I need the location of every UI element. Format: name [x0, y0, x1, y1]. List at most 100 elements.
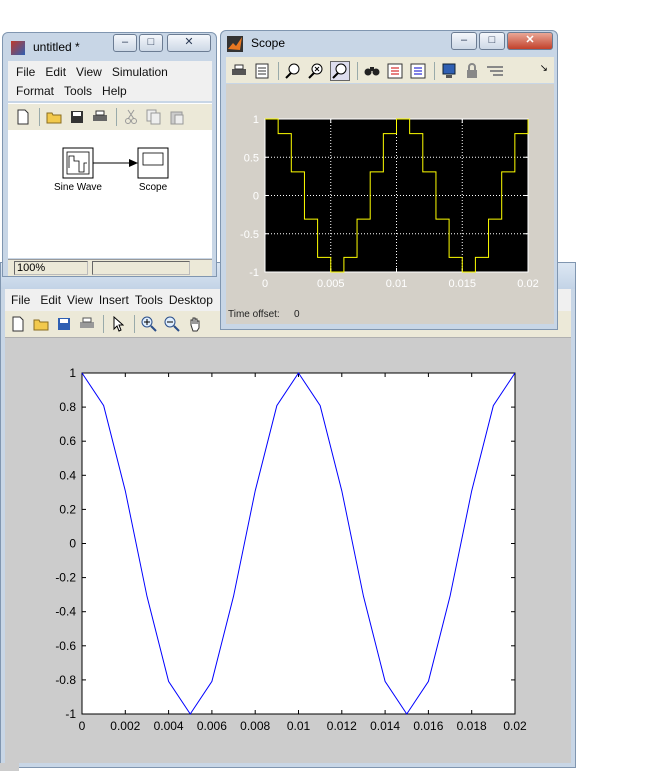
window-title: untitled *: [33, 40, 80, 54]
signal-selector-icon[interactable]: [486, 62, 504, 80]
save-icon[interactable]: [68, 108, 86, 126]
maximize-button[interactable]: □: [479, 32, 505, 50]
menu-format[interactable]: Format: [16, 84, 54, 98]
y-tick-label: 0.6: [59, 434, 76, 448]
menu-simulation[interactable]: Simulation: [112, 65, 168, 79]
y-tick-label: -0.6: [55, 639, 76, 653]
scope-toolbar: ↘: [226, 57, 554, 83]
toolbar-overflow-icon[interactable]: ↘: [540, 63, 548, 74]
menu-file[interactable]: File: [16, 65, 35, 79]
time-offset-value: 0: [294, 309, 300, 320]
y-tick-label: -0.2: [55, 571, 76, 585]
print-icon[interactable]: [91, 108, 109, 126]
close-button[interactable]: ✕: [507, 32, 553, 50]
pan-icon[interactable]: [186, 315, 204, 333]
menu-desktop[interactable]: Desktop: [169, 293, 213, 307]
y-tick-label: 0.2: [59, 502, 76, 516]
copy-icon[interactable]: [145, 108, 163, 126]
maximize-button[interactable]: □: [139, 34, 163, 52]
x-tick-label: 0.004: [154, 719, 184, 733]
simulink-app-icon: [11, 41, 25, 55]
menu-insert[interactable]: Insert: [99, 293, 129, 307]
x-tick-label: 0.018: [457, 719, 487, 733]
x-tick-label: 0.008: [240, 719, 270, 733]
new-figure-icon[interactable]: [9, 315, 27, 333]
close-button[interactable]: ✕: [167, 34, 211, 52]
menu-tools[interactable]: Tools: [135, 293, 163, 307]
figure-plot: 0 0.002 0.004 0.006 0.008 0.01 0.012 0.014 0.016…: [55, 366, 527, 733]
lock-axes-icon[interactable]: [463, 62, 481, 80]
minimize-button[interactable]: –: [451, 32, 477, 50]
scope-plot: 0 0.005 0.01 0.015 0.02 1 0.5 0 -0.5 -1 Time offs…: [228, 114, 539, 320]
cut-icon[interactable]: [122, 108, 140, 126]
print-icon[interactable]: [78, 315, 96, 333]
taskbar-fragment: [0, 763, 19, 771]
scope-window: Scope – □ ✕ ↘ 0 0.005 0.01 0.015 0.02 1 0.5 0 -0…: [220, 30, 558, 330]
simulink-titlebar[interactable]: untitled * – □ ✕: [3, 33, 216, 63]
pointer-icon[interactable]: [109, 315, 127, 333]
x-tick-label: 0.005: [317, 278, 345, 290]
floating-scope-icon[interactable]: [440, 62, 458, 80]
sine-wave-block[interactable]: [62, 147, 94, 179]
y-tick-label: -0.5: [240, 229, 259, 241]
menu-edit[interactable]: Edit: [40, 293, 61, 307]
x-tick-label: 0.01: [287, 719, 311, 733]
y-tick-label: 1: [69, 366, 76, 380]
simulink-toolbar: [8, 103, 212, 131]
zoom-x-icon[interactable]: [307, 62, 325, 80]
y-tick-label: 0: [253, 191, 259, 203]
signal-arrow: [129, 159, 138, 167]
y-tick-label: 0.4: [59, 468, 76, 482]
y-tick-label: 0.5: [244, 152, 259, 164]
status-bar: 100%: [8, 259, 212, 276]
restore-axes-icon[interactable]: [409, 62, 427, 80]
x-tick-label: 0: [262, 278, 268, 290]
x-tick-label: 0.012: [327, 719, 357, 733]
parameters-icon[interactable]: [253, 62, 271, 80]
open-file-icon[interactable]: [45, 108, 63, 126]
x-tick-label: 0.014: [370, 719, 400, 733]
window-title: Scope: [251, 36, 286, 50]
menu-file[interactable]: File: [11, 293, 30, 307]
menu-edit[interactable]: Edit: [45, 65, 66, 79]
x-tick-label: 0.015: [448, 278, 476, 290]
toolbar-separator: [116, 108, 117, 126]
scope-block[interactable]: [137, 147, 169, 179]
x-tick-label: 0.006: [197, 719, 227, 733]
y-tick-label: 0: [69, 537, 76, 551]
matlab-icon: [227, 36, 243, 52]
menu-help[interactable]: Help: [102, 84, 127, 98]
paste-icon[interactable]: [168, 108, 186, 126]
figure-window: File Edit View Insert Tools Desktop 0 0.002 0.0…: [0, 262, 576, 771]
menu-tools[interactable]: Tools: [64, 84, 92, 98]
toolbar-separator: [103, 315, 104, 333]
autoscale-icon[interactable]: [363, 62, 381, 80]
simulink-menubar: File Edit View Simulation Format Tools Help: [8, 61, 212, 101]
scope-label: Scope: [139, 182, 168, 193]
open-file-icon[interactable]: [32, 315, 50, 333]
minimize-button[interactable]: –: [113, 34, 137, 52]
x-tick-label: 0.02: [503, 719, 527, 733]
axes-background: [81, 372, 516, 715]
zoom-out-icon[interactable]: [163, 315, 181, 333]
simulink-window: untitled * – □ ✕ File Edit View Simulation …: [2, 32, 217, 277]
zoom-y-icon[interactable]: [330, 61, 350, 81]
zoom-in-icon[interactable]: [140, 315, 158, 333]
y-tick-label: 1: [253, 114, 259, 126]
status-panel: [92, 261, 190, 275]
save-icon[interactable]: [55, 315, 73, 333]
model-canvas: Sine Wave Scope: [8, 130, 212, 258]
menu-view[interactable]: View: [67, 293, 93, 307]
print-icon[interactable]: [230, 62, 248, 80]
zoom-icon[interactable]: [284, 62, 302, 80]
menu-view[interactable]: View: [76, 65, 102, 79]
status-zoom: 100%: [14, 261, 88, 275]
scope-body: 0 0.005 0.01 0.015 0.02 1 0.5 0 -0.5 -1 Time offs…: [226, 84, 554, 324]
x-tick-label: 0.01: [386, 278, 407, 290]
y-tick-label: 0.8: [59, 400, 76, 414]
figure-canvas: 0 0.002 0.004 0.006 0.008 0.01 0.012 0.014 0.016…: [5, 338, 571, 763]
new-model-icon[interactable]: [14, 108, 32, 126]
time-offset-label: Time offset:: [228, 309, 280, 320]
save-axes-icon[interactable]: [386, 62, 404, 80]
x-tick-label: 0.02: [517, 278, 538, 290]
